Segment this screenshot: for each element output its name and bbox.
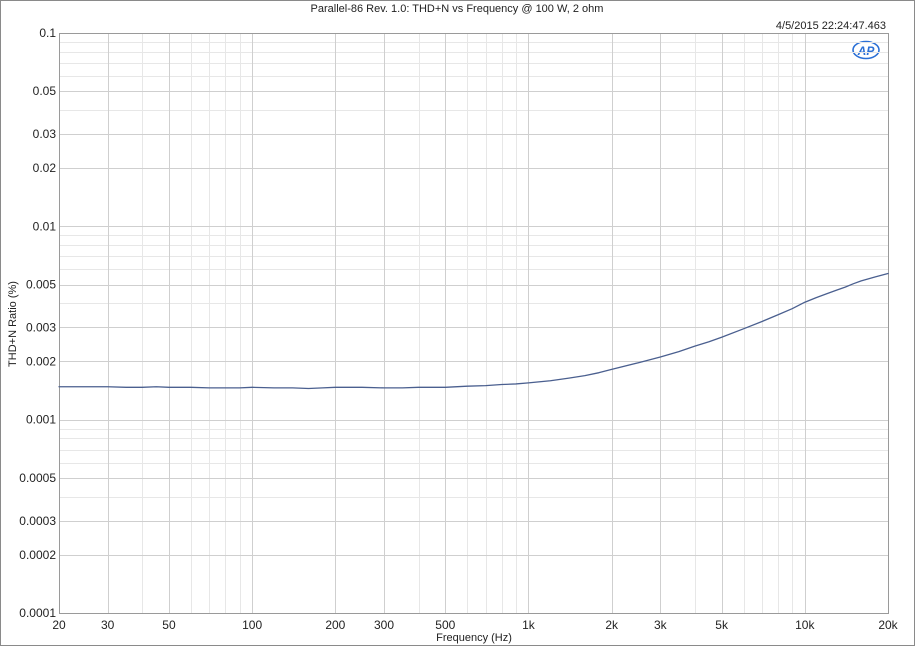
x-axis-ticks: 20 30 50 100 200 300 500 1k 2k 3k 5k 10k 20k bbox=[52, 618, 898, 632]
chart-window: Parallel-86 Rev. 1.0: THD+N vs Frequency… bbox=[0, 0, 915, 646]
x-tick-label: 30 bbox=[101, 618, 115, 632]
x-tick-label: 200 bbox=[325, 618, 345, 632]
x-tick-label: 2k bbox=[605, 618, 619, 632]
x-tick-label: 100 bbox=[242, 618, 262, 632]
x-tick-label: 50 bbox=[162, 618, 176, 632]
y-axis-label: THD+N Ratio (%) bbox=[7, 281, 19, 367]
y-tick-label: 0.0002 bbox=[19, 548, 56, 562]
major-gridlines bbox=[59, 33, 889, 614]
y-axis-ticks: 0.1 0.05 0.03 0.02 0.01 0.005 0.003 0.002 0.001 0… bbox=[19, 26, 56, 620]
y-tick-label: 0.1 bbox=[39, 26, 56, 40]
x-tick-label: 3k bbox=[654, 618, 668, 632]
y-tick-label: 0.0005 bbox=[19, 471, 56, 485]
y-tick-label: 0.001 bbox=[26, 413, 56, 427]
y-tick-label: 0.005 bbox=[26, 278, 56, 292]
y-tick-label: 0.0001 bbox=[19, 606, 56, 620]
x-tick-label: 500 bbox=[435, 618, 455, 632]
x-tick-label: 20 bbox=[52, 618, 66, 632]
ap-logo-text: AP bbox=[857, 44, 876, 58]
series-line-0 bbox=[58, 272, 889, 390]
ap-logo-icon: AP bbox=[852, 40, 880, 60]
minor-gridlines bbox=[59, 33, 888, 613]
plot-area-border bbox=[59, 33, 889, 614]
y-tick-label: 0.002 bbox=[26, 354, 56, 368]
measurement-timestamp: 4/5/2015 22:24:47.463 bbox=[776, 20, 886, 32]
x-tick-label: 20k bbox=[878, 618, 898, 632]
thd-frequency-chart: Parallel-86 Rev. 1.0: THD+N vs Frequency… bbox=[7, 3, 899, 644]
y-tick-label: 0.0003 bbox=[19, 514, 56, 528]
y-tick-label: 0.01 bbox=[33, 219, 57, 233]
y-tick-label: 0.03 bbox=[33, 127, 57, 141]
y-tick-label: 0.003 bbox=[26, 320, 56, 334]
y-tick-label: 0.02 bbox=[33, 161, 57, 175]
data-series bbox=[58, 272, 889, 390]
chart-title: Parallel-86 Rev. 1.0: THD+N vs Frequency… bbox=[311, 3, 604, 15]
y-tick-label: 0.05 bbox=[33, 84, 57, 98]
x-tick-label: 10k bbox=[795, 618, 815, 632]
x-tick-label: 300 bbox=[374, 618, 394, 632]
x-axis-label: Frequency (Hz) bbox=[436, 632, 512, 644]
x-tick-label: 1k bbox=[522, 618, 536, 632]
x-tick-label: 5k bbox=[715, 618, 729, 632]
